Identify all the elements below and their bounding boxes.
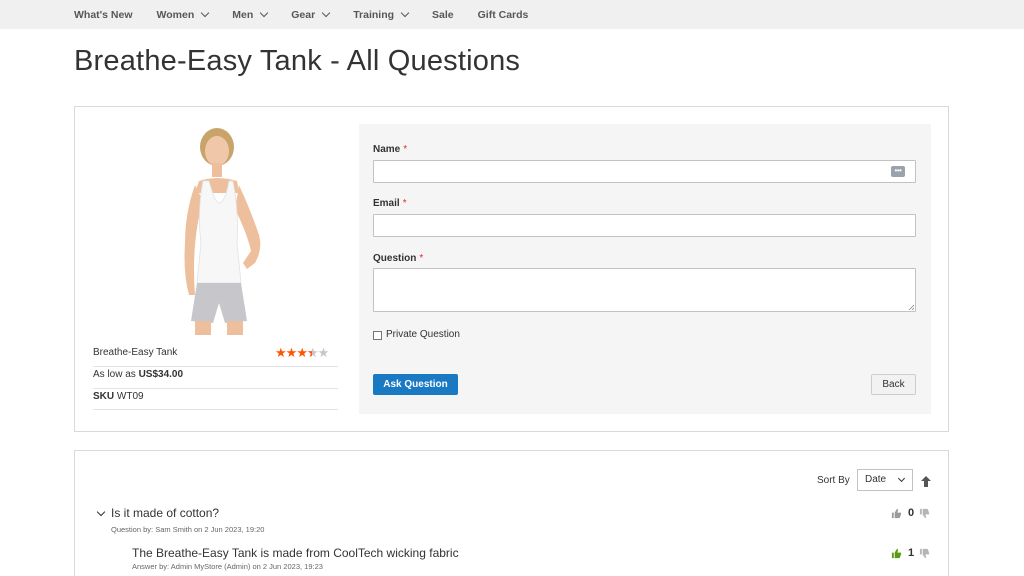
likes-count: 1 bbox=[908, 547, 915, 559]
question-vote: 0 bbox=[891, 507, 930, 519]
chevron-down-icon bbox=[201, 8, 210, 18]
required-mark: * bbox=[402, 198, 407, 209]
divider bbox=[93, 366, 338, 367]
sku-value: WT09 bbox=[116, 391, 144, 402]
star-icon: ★ bbox=[285, 345, 298, 360]
email-input[interactable] bbox=[373, 214, 916, 237]
page-title: Breathe-Easy Tank - All Questions bbox=[74, 45, 521, 77]
email-label: Email * bbox=[373, 198, 407, 209]
answer-vote: 1 bbox=[891, 547, 930, 559]
nav-item-women[interactable]: Women bbox=[156, 8, 210, 21]
question-label: Question * bbox=[373, 253, 423, 264]
answer-meta: Answer by: Admin MyStore (Admin) on 2 Ju… bbox=[132, 562, 323, 571]
question-meta: Question by: Sam Smith on 2 Jun 2023, 19… bbox=[111, 525, 265, 534]
chevron-down-icon bbox=[321, 8, 331, 18]
email-label-text: Email bbox=[373, 198, 400, 209]
nav-item-label: Men bbox=[232, 8, 254, 21]
nav-item-training[interactable]: Training bbox=[353, 8, 410, 21]
autofill-key-icon[interactable]: ••• bbox=[891, 166, 905, 177]
nav-item-label: Women bbox=[156, 8, 195, 21]
required-mark: * bbox=[403, 144, 408, 155]
thumbs-down-icon[interactable] bbox=[919, 548, 930, 559]
top-navigation: What's New Women Men Gear Training Sale … bbox=[0, 0, 1024, 29]
chevron-down-icon bbox=[260, 8, 269, 18]
nav-item-label: What's New bbox=[74, 8, 133, 21]
sku-label: SKU bbox=[93, 391, 115, 402]
nav-item-gift-cards[interactable]: Gift Cards bbox=[478, 9, 529, 21]
product-image[interactable] bbox=[155, 123, 275, 335]
thumbs-up-icon[interactable] bbox=[891, 508, 902, 519]
product-price: As low as US$34.00 bbox=[93, 369, 183, 380]
sort-by-label: Sort By bbox=[817, 475, 850, 486]
resize-handle-icon[interactable] bbox=[908, 304, 914, 310]
chevron-down-icon bbox=[400, 8, 410, 18]
collapse-chevron-icon[interactable] bbox=[96, 507, 106, 517]
nav-item-label: Training bbox=[353, 8, 395, 21]
sort-select[interactable]: Date bbox=[857, 469, 913, 491]
product-sku: SKU WT09 bbox=[93, 391, 144, 402]
nav-list: What's New Women Men Gear Training Sale … bbox=[74, 0, 552, 29]
question-text: Is it made of cotton? bbox=[111, 506, 220, 520]
nav-item-men[interactable]: Men bbox=[232, 8, 269, 21]
name-label: Name * bbox=[373, 144, 407, 155]
rating-stars: ★★★★ ★ bbox=[275, 345, 330, 361]
star-empty-icon: ★ bbox=[317, 345, 330, 360]
question-form: Name * ••• Email * Question * Private Quest… bbox=[359, 124, 931, 414]
answer-text: The Breathe-Easy Tank is made from CoolT… bbox=[132, 546, 459, 560]
sort-value: Date bbox=[865, 474, 887, 485]
nav-item-label: Sale bbox=[432, 8, 454, 21]
product-name[interactable]: Breathe-Easy Tank bbox=[93, 347, 177, 358]
nav-item-label: Gift Cards bbox=[477, 8, 529, 21]
private-question-checkbox[interactable] bbox=[373, 331, 382, 340]
star-icon: ★ bbox=[275, 345, 287, 360]
ask-question-button[interactable]: Ask Question bbox=[373, 374, 458, 395]
questions-list: Sort By Date Is it made of cotton? Quest… bbox=[74, 450, 949, 576]
question-form-container: Breathe-Easy Tank ★★★★★ As low as US$34.… bbox=[74, 106, 949, 432]
star-icon: ★ bbox=[296, 345, 308, 360]
question-label-text: Question bbox=[373, 253, 417, 264]
divider bbox=[93, 409, 338, 410]
likes-count: 0 bbox=[908, 507, 915, 519]
chevron-down-icon bbox=[897, 474, 906, 483]
price-prefix: As low as bbox=[93, 369, 136, 380]
required-mark: * bbox=[419, 253, 424, 264]
price-value: US$34.00 bbox=[138, 369, 184, 380]
thumbs-down-icon[interactable] bbox=[919, 508, 930, 519]
nav-item-gear[interactable]: Gear bbox=[291, 8, 331, 21]
nav-item-whats-new[interactable]: What's New bbox=[74, 9, 133, 21]
star-half-icon: ★ bbox=[307, 345, 319, 360]
nav-item-sale[interactable]: Sale bbox=[432, 9, 454, 21]
private-question-label[interactable]: Private Question bbox=[386, 329, 460, 340]
question-textarea[interactable] bbox=[373, 268, 916, 312]
nav-item-label: Gear bbox=[291, 8, 316, 21]
name-input[interactable]: ••• bbox=[373, 160, 916, 183]
back-button[interactable]: Back bbox=[871, 374, 916, 395]
divider bbox=[93, 388, 338, 389]
name-label-text: Name bbox=[373, 144, 401, 155]
sort-direction-arrow-icon[interactable] bbox=[920, 475, 932, 488]
thumbs-up-icon[interactable] bbox=[891, 548, 902, 559]
